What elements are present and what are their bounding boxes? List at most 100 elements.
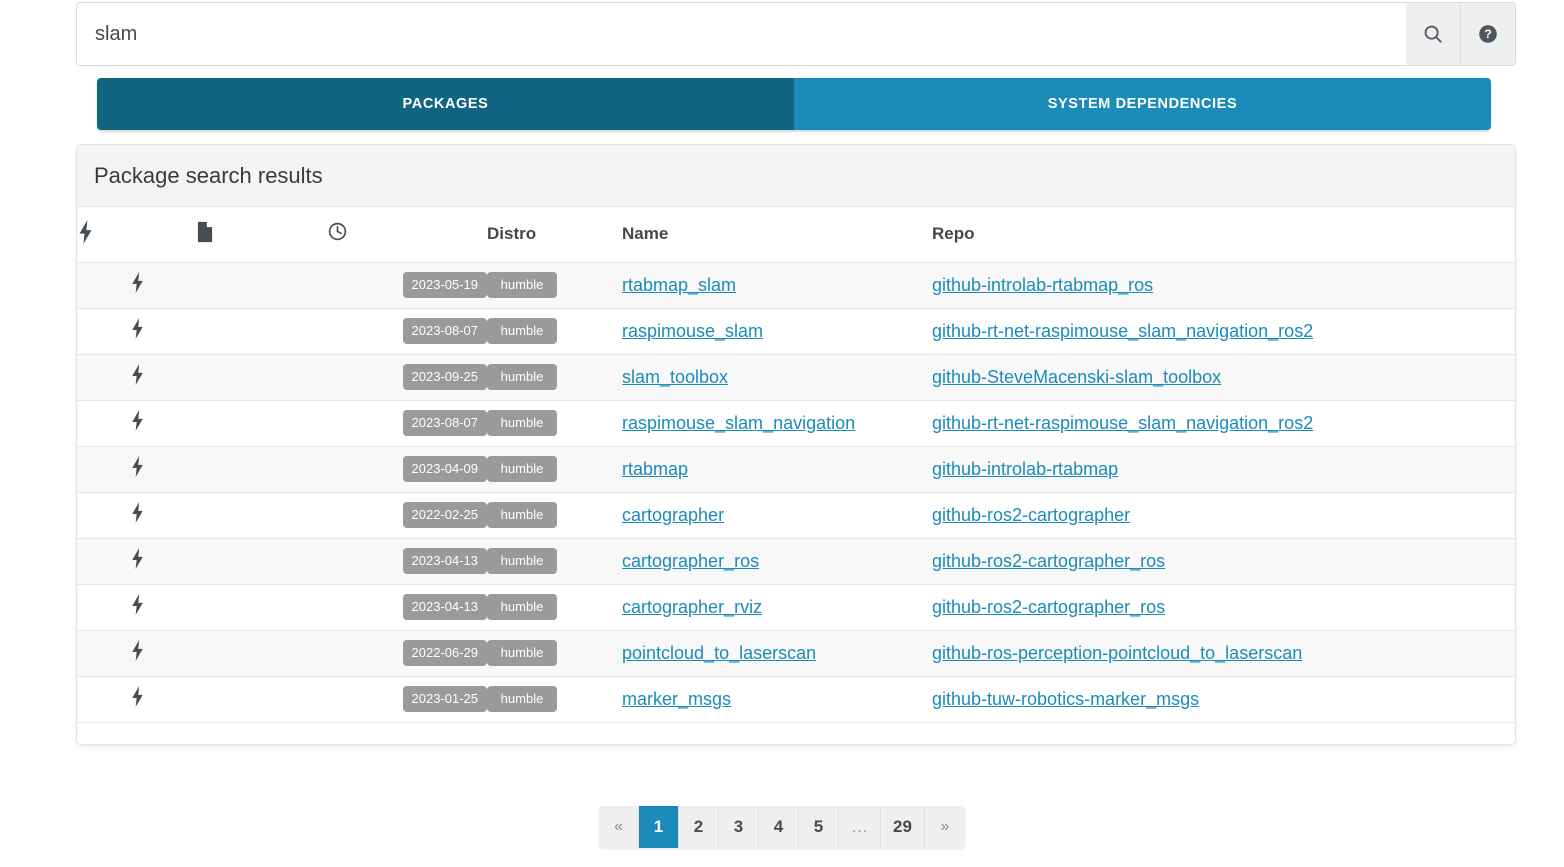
package-name-link[interactable]: cartographer_rviz xyxy=(622,597,762,617)
row-name-cell: pointcloud_to_laserscan xyxy=(622,630,932,677)
lightning-bolt-icon xyxy=(130,594,145,620)
row-bolt-cell[interactable] xyxy=(77,354,197,401)
pagination-container: «1 2 3 4 5… 29» xyxy=(0,806,1564,848)
row-document-cell[interactable] xyxy=(197,446,327,493)
row-document-cell[interactable] xyxy=(197,676,327,723)
pagination-item[interactable]: « xyxy=(599,806,640,848)
row-distro-cell: humble xyxy=(487,308,622,355)
column-header-repo[interactable]: Repo xyxy=(932,207,1515,263)
row-bolt-cell[interactable] xyxy=(77,262,197,309)
row-bolt-cell[interactable] xyxy=(77,584,197,631)
row-document-cell[interactable] xyxy=(197,584,327,631)
table-row: 2023-01-25 humble marker_msgs github-tuw-ro… xyxy=(77,676,1515,723)
package-name-link[interactable]: pointcloud_to_laserscan xyxy=(622,643,816,663)
row-repo-cell: github-introlab-rtabmap xyxy=(932,446,1515,493)
row-bolt-cell[interactable] xyxy=(77,630,197,677)
help-button[interactable]: ? xyxy=(1461,2,1516,66)
package-name-link[interactable]: slam_toolbox xyxy=(622,367,728,387)
row-bolt-cell[interactable] xyxy=(77,492,197,539)
row-bolt-cell[interactable] xyxy=(77,446,197,493)
row-distro-cell: humble xyxy=(487,492,622,539)
distro-badge: humble xyxy=(487,318,557,344)
row-bolt-cell[interactable] xyxy=(77,308,197,355)
repo-link[interactable]: github-ros2-cartographer_ros xyxy=(932,597,1165,617)
package-name-link[interactable]: cartographer_ros xyxy=(622,551,759,571)
row-document-cell[interactable] xyxy=(197,308,327,355)
row-name-cell: cartographer_ros xyxy=(622,538,932,585)
package-name-link[interactable]: rtabmap_slam xyxy=(622,275,736,295)
row-document-cell[interactable] xyxy=(197,538,327,585)
table-row: 2022-06-29 humble pointcloud_to_laserscan g… xyxy=(77,630,1515,677)
row-name-cell: marker_msgs xyxy=(622,676,932,723)
distro-badge: humble xyxy=(487,364,557,390)
repo-link[interactable]: github-rt-net-raspimouse_slam_navigation… xyxy=(932,321,1313,341)
row-date-cell: 2023-08-07 xyxy=(327,308,487,355)
repo-link[interactable]: github-tuw-robotics-marker_msgs xyxy=(932,689,1199,709)
tab-packages[interactable]: Packages xyxy=(97,78,794,130)
column-header-document[interactable] xyxy=(197,207,327,263)
package-name-link[interactable]: raspimouse_slam xyxy=(622,321,763,341)
lightning-bolt-icon xyxy=(130,502,145,528)
repo-link[interactable]: github-ros-perception-pointcloud_to_lase… xyxy=(932,643,1302,663)
package-name-link[interactable]: marker_msgs xyxy=(622,689,731,709)
pagination-item[interactable]: 5 xyxy=(799,806,840,848)
repo-link[interactable]: github-ros2-cartographer xyxy=(932,505,1130,525)
table-row: 2022-02-25 humble cartographer github-ros2-… xyxy=(77,492,1515,539)
results-table-body: 2023-05-19 humble rtabmap_slam github-intro… xyxy=(77,262,1515,723)
row-document-cell[interactable] xyxy=(197,400,327,447)
table-row: 2023-04-09 humble rtabmap github-introlab-r… xyxy=(77,446,1515,493)
date-badge: 2023-08-07 xyxy=(402,410,487,436)
pagination-item[interactable]: 2 xyxy=(679,806,720,848)
clock-icon xyxy=(327,223,348,246)
pagination-item[interactable]: 1 xyxy=(639,806,680,848)
row-date-cell: 2023-09-25 xyxy=(327,354,487,401)
help-circle-icon: ? xyxy=(1477,23,1499,45)
tab-system-dependencies-label: System Dependencies xyxy=(1047,96,1238,112)
row-repo-cell: github-tuw-robotics-marker_msgs xyxy=(932,676,1515,723)
repo-link[interactable]: github-introlab-rtabmap xyxy=(932,459,1118,479)
search-button[interactable] xyxy=(1406,2,1461,66)
lightning-bolt-icon xyxy=(130,364,145,390)
search-input[interactable] xyxy=(76,2,1406,66)
pagination-item[interactable]: » xyxy=(924,806,965,848)
row-date-cell: 2023-01-25 xyxy=(327,676,487,723)
repo-link[interactable]: github-SteveMacenski-slam_toolbox xyxy=(932,367,1221,387)
column-header-bolt[interactable] xyxy=(77,207,197,263)
row-repo-cell: github-rt-net-raspimouse_slam_navigation… xyxy=(932,400,1515,447)
row-name-cell: rtabmap xyxy=(622,446,932,493)
tab-system-dependencies[interactable]: System Dependencies xyxy=(794,78,1491,130)
distro-badge: humble xyxy=(487,502,557,528)
lightning-bolt-icon xyxy=(130,686,145,712)
table-row: 2023-04-13 humble cartographer_ros github-r… xyxy=(77,538,1515,585)
package-name-link[interactable]: rtabmap xyxy=(622,459,688,479)
row-distro-cell: humble xyxy=(487,584,622,631)
row-document-cell[interactable] xyxy=(197,492,327,539)
page-root: ? Packages System Dependencies Package s… xyxy=(0,0,1564,867)
repo-link[interactable]: github-introlab-rtabmap_ros xyxy=(932,275,1153,295)
column-header-distro[interactable]: Distro xyxy=(487,207,622,263)
row-date-cell: 2023-04-09 xyxy=(327,446,487,493)
pagination-item[interactable]: 29 xyxy=(881,806,925,848)
row-document-cell[interactable] xyxy=(197,354,327,401)
row-document-cell[interactable] xyxy=(197,630,327,677)
column-header-name[interactable]: Name xyxy=(622,207,932,263)
row-bolt-cell[interactable] xyxy=(77,400,197,447)
pagination-item[interactable]: 4 xyxy=(759,806,800,848)
pagination-item[interactable]: 3 xyxy=(719,806,760,848)
repo-link[interactable]: github-ros2-cartographer_ros xyxy=(932,551,1165,571)
row-repo-cell: github-introlab-rtabmap_ros xyxy=(932,262,1515,309)
pagination: «1 2 3 4 5… 29» xyxy=(599,806,965,848)
row-document-cell[interactable] xyxy=(197,262,327,309)
row-bolt-cell[interactable] xyxy=(77,538,197,585)
package-name-link[interactable]: raspimouse_slam_navigation xyxy=(622,413,855,433)
row-name-cell: raspimouse_slam_navigation xyxy=(622,400,932,447)
row-distro-cell: humble xyxy=(487,354,622,401)
repo-link[interactable]: github-rt-net-raspimouse_slam_navigation… xyxy=(932,413,1313,433)
package-name-link[interactable]: cartographer xyxy=(622,505,724,525)
row-repo-cell: github-ros2-cartographer_ros xyxy=(932,538,1515,585)
date-badge: 2023-01-25 xyxy=(402,686,487,712)
row-bolt-cell[interactable] xyxy=(77,676,197,723)
row-date-cell: 2023-05-19 xyxy=(327,262,487,309)
column-header-date[interactable] xyxy=(327,207,487,263)
row-date-cell: 2022-06-29 xyxy=(327,630,487,677)
